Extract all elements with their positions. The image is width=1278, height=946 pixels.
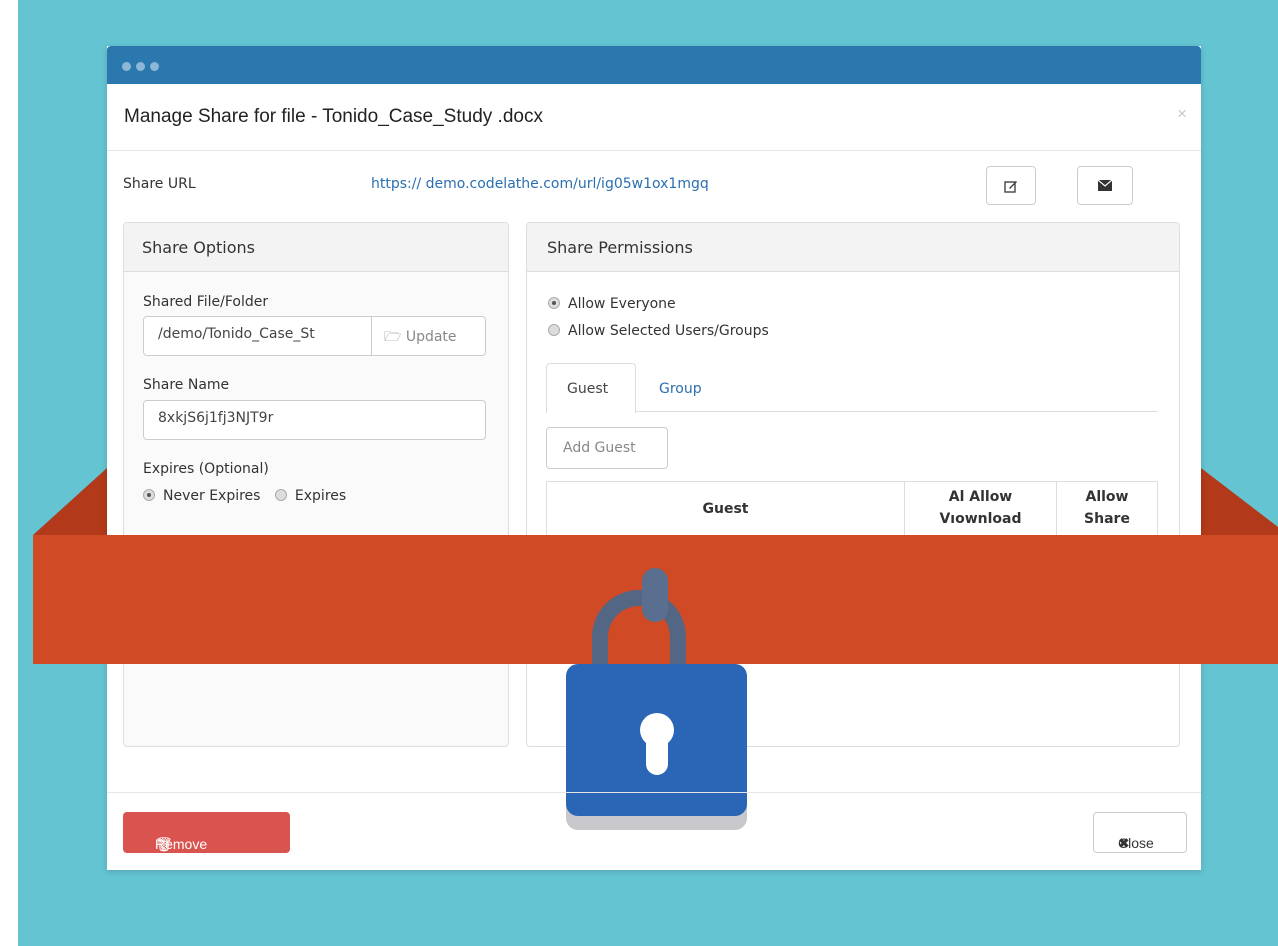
envelope-icon xyxy=(1098,180,1112,191)
remove-share-label: Remove Share xyxy=(155,836,208,868)
modal-title: Manage Share for file - Tonido_Case_Stud… xyxy=(124,106,543,127)
share-permissions-header: Share Permissions xyxy=(527,223,1179,272)
never-expires-radio[interactable] xyxy=(143,489,155,501)
share-options-title: Share Options xyxy=(142,238,255,257)
shared-file-input[interactable]: /demo/Tonido_Case_St 🗁 Update xyxy=(143,316,486,356)
col-guest: Guest xyxy=(702,501,749,517)
window-dot-icon xyxy=(136,62,145,71)
expires-option-label: Expires xyxy=(294,488,347,504)
folder-icon: 🗁 xyxy=(384,329,402,345)
add-guest-label: Add Guest xyxy=(563,440,636,456)
tab-guest-label: Guest xyxy=(567,381,609,397)
expires-radio[interactable] xyxy=(274,489,287,501)
allow-everyone-option: Allow Everyone xyxy=(548,296,676,312)
email-share-button[interactable] xyxy=(1077,166,1133,205)
padlock-pin xyxy=(642,568,668,622)
window-dot-icon xyxy=(122,62,131,71)
allow-selected-radio[interactable] xyxy=(548,324,560,336)
add-guest-button[interactable]: Add Guest xyxy=(546,427,668,469)
shared-file-value: /demo/Tonido_Case_St xyxy=(158,326,315,342)
shared-file-label: Shared File/Folder xyxy=(143,294,269,310)
share-permissions-title: Share Permissions xyxy=(547,238,693,257)
edit-url-button[interactable] xyxy=(986,166,1036,205)
share-name-input[interactable]: 8xkjS6j1fj3NJT9r xyxy=(143,400,486,440)
expires-label: Expires (Optional) xyxy=(143,461,269,477)
keyhole-slot xyxy=(646,735,668,775)
tab-guest[interactable]: Guest xyxy=(546,363,636,413)
allow-everyone-radio[interactable] xyxy=(548,297,560,309)
expires-options: Never Expires Expires xyxy=(143,488,346,504)
share-name-value: 8xkjS6j1fj3NJT9r xyxy=(158,410,274,426)
never-expires-label: Never Expires xyxy=(163,488,261,504)
tab-divider xyxy=(546,411,1158,412)
close-button[interactable]: ✖ Close xyxy=(1093,812,1187,853)
share-url-link[interactable]: https:// demo.codelathe.com/url/ig05w1ox… xyxy=(371,176,709,192)
allow-selected-option: Allow Selected Users/Groups xyxy=(548,323,769,339)
share-url-label: Share URL xyxy=(123,176,196,192)
tab-group[interactable]: Group xyxy=(659,381,702,397)
edit-icon xyxy=(1004,180,1017,193)
footer-divider xyxy=(107,792,1201,793)
share-name-label: Share Name xyxy=(143,377,230,393)
col-allow-share: Allow Share xyxy=(1084,489,1130,527)
close-label: Close xyxy=(1118,835,1154,851)
allow-everyone-label: Allow Everyone xyxy=(568,296,676,312)
share-options-header: Share Options xyxy=(124,223,508,272)
col-allow-download: Al Allow Vıownload xyxy=(939,489,1022,527)
guest-table-header: Guest Al Allow Vıownload Allow Share xyxy=(546,481,1158,536)
allow-selected-label: Allow Selected Users/Groups xyxy=(568,323,769,339)
window-titlebar xyxy=(107,46,1201,84)
update-button[interactable]: 🗁 Update xyxy=(384,326,457,350)
window-dot-icon xyxy=(150,62,159,71)
remove-share-button[interactable]: 🗑 Remove Share xyxy=(123,812,290,868)
modal-header: Manage Share for file - Tonido_Case_Stud… xyxy=(107,84,1201,151)
close-icon[interactable]: × xyxy=(1177,104,1187,124)
